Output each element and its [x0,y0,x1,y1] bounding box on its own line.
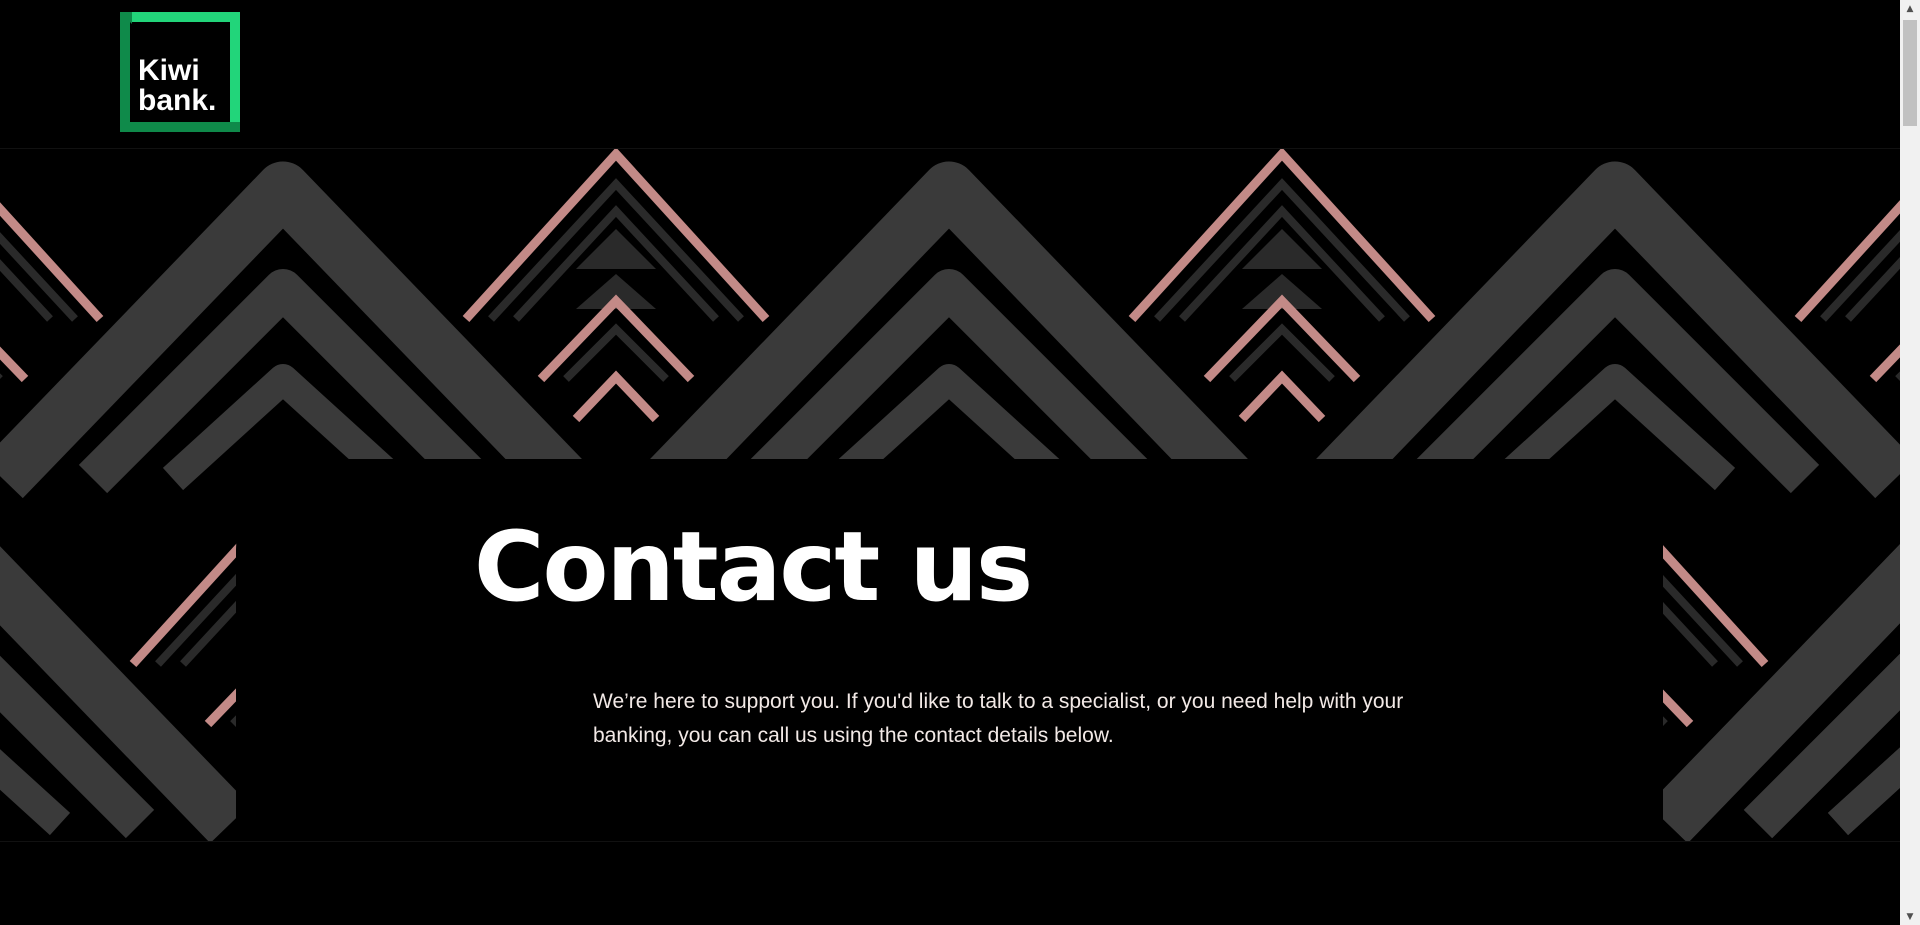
site-header: Kiwi bank. [0,0,1900,149]
kiwibank-logo-link[interactable]: Kiwi bank. [120,12,240,132]
chevron-up-icon[interactable]: ▲ [1900,0,1920,17]
page-title: Contact us [474,511,1033,623]
page: Kiwi bank. Contact us We’re here to supp… [0,0,1920,925]
page-scrollbar[interactable]: ▲ ▼ [1900,0,1920,925]
hero-card: Contact us We’re here to support you. If… [236,459,1663,841]
chevron-down-icon[interactable]: ▼ [1900,908,1920,925]
logo-line1: Kiwi [138,54,200,87]
hero-section: Contact us We’re here to support you. If… [0,149,1900,841]
section-divider [0,841,1900,842]
hero-description: We’re here to support you. If you'd like… [593,690,1404,747]
logo-line2: bank. [138,84,216,117]
scrollbar-thumb[interactable] [1903,20,1917,126]
kiwibank-logo-icon: Kiwi bank. [120,12,240,132]
